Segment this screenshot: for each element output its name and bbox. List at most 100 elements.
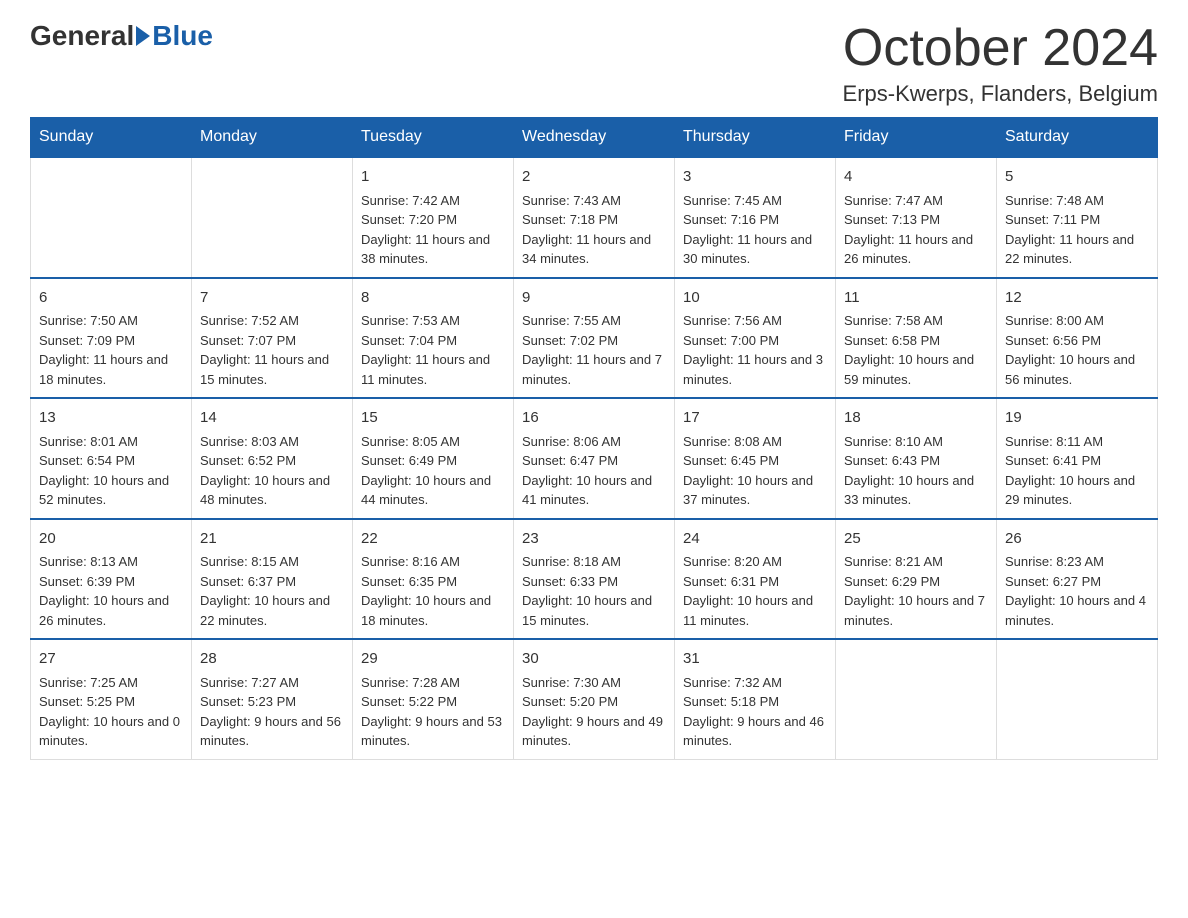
calendar-day-cell: 10Sunrise: 7:56 AMSunset: 7:00 PMDayligh… <box>675 278 836 399</box>
sun-info: Sunrise: 8:00 AMSunset: 6:56 PMDaylight:… <box>1005 311 1149 389</box>
calendar-header-row: SundayMondayTuesdayWednesdayThursdayFrid… <box>31 118 1158 158</box>
calendar-day-cell: 18Sunrise: 8:10 AMSunset: 6:43 PMDayligh… <box>836 398 997 519</box>
calendar-day-cell: 23Sunrise: 8:18 AMSunset: 6:33 PMDayligh… <box>514 519 675 640</box>
day-number: 18 <box>844 407 988 430</box>
title-block: October 2024 Erps-Kwerps, Flanders, Belg… <box>843 20 1158 107</box>
day-number: 24 <box>683 528 827 551</box>
calendar-day-cell: 4Sunrise: 7:47 AMSunset: 7:13 PMDaylight… <box>836 157 997 278</box>
sun-info: Sunrise: 8:03 AMSunset: 6:52 PMDaylight:… <box>200 432 344 510</box>
weekday-header: Wednesday <box>514 118 675 158</box>
day-number: 14 <box>200 407 344 430</box>
sun-info: Sunrise: 7:53 AMSunset: 7:04 PMDaylight:… <box>361 311 505 389</box>
calendar-day-cell: 14Sunrise: 8:03 AMSunset: 6:52 PMDayligh… <box>192 398 353 519</box>
calendar-week-row: 20Sunrise: 8:13 AMSunset: 6:39 PMDayligh… <box>31 519 1158 640</box>
day-number: 28 <box>200 648 344 671</box>
day-number: 9 <box>522 287 666 310</box>
sun-info: Sunrise: 7:32 AMSunset: 5:18 PMDaylight:… <box>683 673 827 751</box>
calendar-day-cell: 30Sunrise: 7:30 AMSunset: 5:20 PMDayligh… <box>514 639 675 759</box>
sun-info: Sunrise: 8:11 AMSunset: 6:41 PMDaylight:… <box>1005 432 1149 510</box>
day-number: 10 <box>683 287 827 310</box>
day-number: 13 <box>39 407 183 430</box>
calendar-day-cell: 22Sunrise: 8:16 AMSunset: 6:35 PMDayligh… <box>353 519 514 640</box>
calendar-week-row: 6Sunrise: 7:50 AMSunset: 7:09 PMDaylight… <box>31 278 1158 399</box>
calendar-day-cell: 27Sunrise: 7:25 AMSunset: 5:25 PMDayligh… <box>31 639 192 759</box>
calendar-week-row: 27Sunrise: 7:25 AMSunset: 5:25 PMDayligh… <box>31 639 1158 759</box>
day-number: 22 <box>361 528 505 551</box>
sun-info: Sunrise: 7:42 AMSunset: 7:20 PMDaylight:… <box>361 191 505 269</box>
calendar-day-cell: 29Sunrise: 7:28 AMSunset: 5:22 PMDayligh… <box>353 639 514 759</box>
logo-arrow-icon <box>136 26 150 46</box>
calendar-day-cell: 19Sunrise: 8:11 AMSunset: 6:41 PMDayligh… <box>997 398 1158 519</box>
weekday-header: Tuesday <box>353 118 514 158</box>
sun-info: Sunrise: 7:25 AMSunset: 5:25 PMDaylight:… <box>39 673 183 751</box>
weekday-header: Saturday <box>997 118 1158 158</box>
calendar-table: SundayMondayTuesdayWednesdayThursdayFrid… <box>30 117 1158 760</box>
day-number: 27 <box>39 648 183 671</box>
sun-info: Sunrise: 8:13 AMSunset: 6:39 PMDaylight:… <box>39 552 183 630</box>
calendar-day-cell: 1Sunrise: 7:42 AMSunset: 7:20 PMDaylight… <box>353 157 514 278</box>
sun-info: Sunrise: 8:18 AMSunset: 6:33 PMDaylight:… <box>522 552 666 630</box>
weekday-header: Friday <box>836 118 997 158</box>
calendar-day-cell: 15Sunrise: 8:05 AMSunset: 6:49 PMDayligh… <box>353 398 514 519</box>
calendar-day-cell: 31Sunrise: 7:32 AMSunset: 5:18 PMDayligh… <box>675 639 836 759</box>
sun-info: Sunrise: 7:28 AMSunset: 5:22 PMDaylight:… <box>361 673 505 751</box>
calendar-week-row: 13Sunrise: 8:01 AMSunset: 6:54 PMDayligh… <box>31 398 1158 519</box>
day-number: 7 <box>200 287 344 310</box>
day-number: 20 <box>39 528 183 551</box>
day-number: 3 <box>683 166 827 189</box>
sun-info: Sunrise: 8:21 AMSunset: 6:29 PMDaylight:… <box>844 552 988 630</box>
calendar-day-cell: 24Sunrise: 8:20 AMSunset: 6:31 PMDayligh… <box>675 519 836 640</box>
calendar-day-cell: 11Sunrise: 7:58 AMSunset: 6:58 PMDayligh… <box>836 278 997 399</box>
calendar-day-cell <box>997 639 1158 759</box>
sun-info: Sunrise: 7:30 AMSunset: 5:20 PMDaylight:… <box>522 673 666 751</box>
sun-info: Sunrise: 8:23 AMSunset: 6:27 PMDaylight:… <box>1005 552 1149 630</box>
calendar-day-cell: 21Sunrise: 8:15 AMSunset: 6:37 PMDayligh… <box>192 519 353 640</box>
calendar-day-cell: 25Sunrise: 8:21 AMSunset: 6:29 PMDayligh… <box>836 519 997 640</box>
weekday-header: Monday <box>192 118 353 158</box>
calendar-day-cell: 12Sunrise: 8:00 AMSunset: 6:56 PMDayligh… <box>997 278 1158 399</box>
day-number: 25 <box>844 528 988 551</box>
month-title: October 2024 <box>843 20 1158 77</box>
logo-blue-text: Blue <box>152 20 213 52</box>
day-number: 8 <box>361 287 505 310</box>
calendar-day-cell: 20Sunrise: 8:13 AMSunset: 6:39 PMDayligh… <box>31 519 192 640</box>
page-header: General Blue October 2024 Erps-Kwerps, F… <box>30 20 1158 107</box>
calendar-day-cell: 26Sunrise: 8:23 AMSunset: 6:27 PMDayligh… <box>997 519 1158 640</box>
weekday-header: Sunday <box>31 118 192 158</box>
sun-info: Sunrise: 7:52 AMSunset: 7:07 PMDaylight:… <box>200 311 344 389</box>
sun-info: Sunrise: 7:27 AMSunset: 5:23 PMDaylight:… <box>200 673 344 751</box>
sun-info: Sunrise: 7:50 AMSunset: 7:09 PMDaylight:… <box>39 311 183 389</box>
calendar-day-cell: 17Sunrise: 8:08 AMSunset: 6:45 PMDayligh… <box>675 398 836 519</box>
calendar-day-cell <box>31 157 192 278</box>
day-number: 5 <box>1005 166 1149 189</box>
sun-info: Sunrise: 8:15 AMSunset: 6:37 PMDaylight:… <box>200 552 344 630</box>
day-number: 2 <box>522 166 666 189</box>
sun-info: Sunrise: 7:58 AMSunset: 6:58 PMDaylight:… <box>844 311 988 389</box>
sun-info: Sunrise: 7:43 AMSunset: 7:18 PMDaylight:… <box>522 191 666 269</box>
day-number: 6 <box>39 287 183 310</box>
sun-info: Sunrise: 8:05 AMSunset: 6:49 PMDaylight:… <box>361 432 505 510</box>
calendar-day-cell: 13Sunrise: 8:01 AMSunset: 6:54 PMDayligh… <box>31 398 192 519</box>
weekday-header: Thursday <box>675 118 836 158</box>
sun-info: Sunrise: 8:06 AMSunset: 6:47 PMDaylight:… <box>522 432 666 510</box>
sun-info: Sunrise: 7:47 AMSunset: 7:13 PMDaylight:… <box>844 191 988 269</box>
sun-info: Sunrise: 7:48 AMSunset: 7:11 PMDaylight:… <box>1005 191 1149 269</box>
sun-info: Sunrise: 8:01 AMSunset: 6:54 PMDaylight:… <box>39 432 183 510</box>
location-label: Erps-Kwerps, Flanders, Belgium <box>843 81 1158 107</box>
day-number: 15 <box>361 407 505 430</box>
calendar-day-cell: 3Sunrise: 7:45 AMSunset: 7:16 PMDaylight… <box>675 157 836 278</box>
calendar-day-cell: 6Sunrise: 7:50 AMSunset: 7:09 PMDaylight… <box>31 278 192 399</box>
day-number: 29 <box>361 648 505 671</box>
sun-info: Sunrise: 7:55 AMSunset: 7:02 PMDaylight:… <box>522 311 666 389</box>
sun-info: Sunrise: 7:45 AMSunset: 7:16 PMDaylight:… <box>683 191 827 269</box>
day-number: 12 <box>1005 287 1149 310</box>
calendar-day-cell: 8Sunrise: 7:53 AMSunset: 7:04 PMDaylight… <box>353 278 514 399</box>
day-number: 1 <box>361 166 505 189</box>
calendar-week-row: 1Sunrise: 7:42 AMSunset: 7:20 PMDaylight… <box>31 157 1158 278</box>
sun-info: Sunrise: 8:16 AMSunset: 6:35 PMDaylight:… <box>361 552 505 630</box>
day-number: 26 <box>1005 528 1149 551</box>
day-number: 30 <box>522 648 666 671</box>
day-number: 19 <box>1005 407 1149 430</box>
day-number: 31 <box>683 648 827 671</box>
calendar-day-cell: 9Sunrise: 7:55 AMSunset: 7:02 PMDaylight… <box>514 278 675 399</box>
